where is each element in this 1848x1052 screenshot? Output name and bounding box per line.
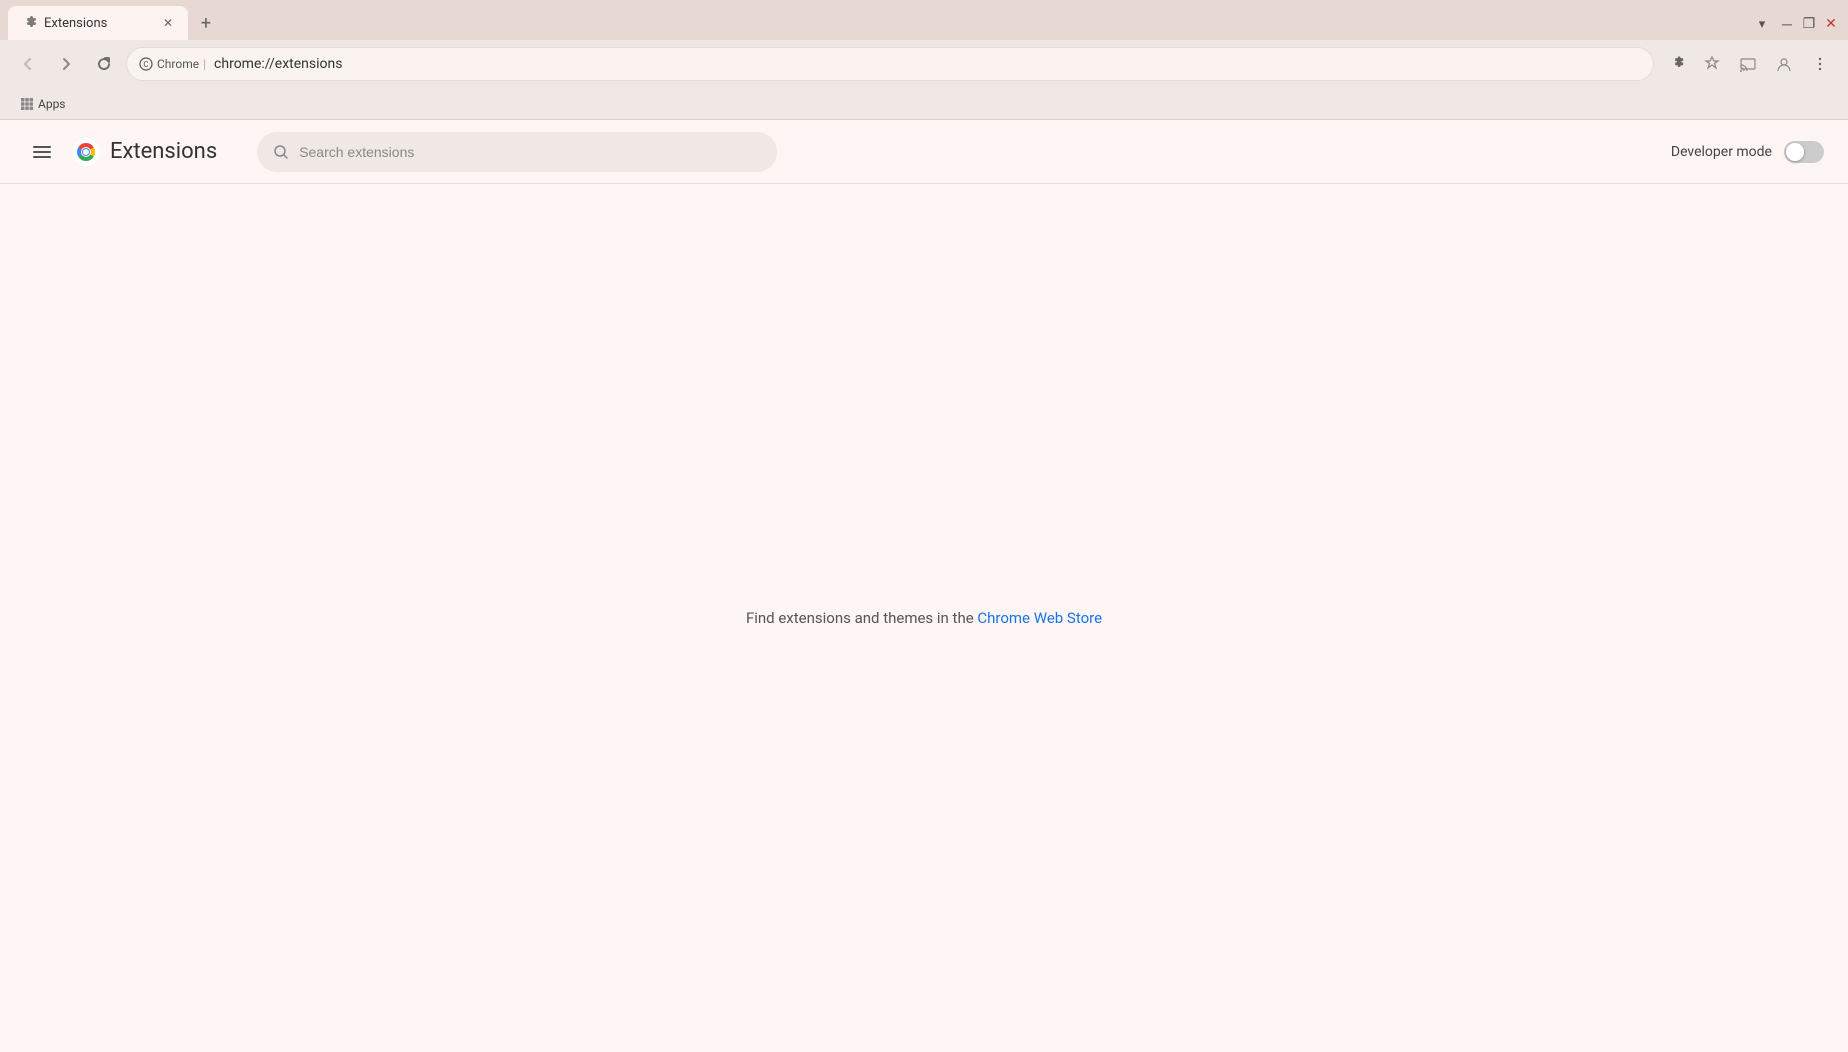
bookmark-button[interactable]	[1696, 48, 1728, 80]
security-label: Chrome	[157, 57, 199, 71]
developer-mode-section: Developer mode	[1671, 141, 1824, 163]
extensions-header: Extensions Developer mode	[0, 120, 1848, 184]
page-title: Extensions	[110, 139, 217, 164]
search-icon	[273, 144, 289, 160]
active-tab[interactable]: Extensions ✕	[8, 6, 188, 40]
toolbar: C Chrome | chrome://extensions	[0, 40, 1848, 88]
svg-text:C: C	[143, 60, 148, 69]
empty-state-text: Find extensions and themes in the	[746, 609, 977, 627]
reload-button[interactable]	[88, 48, 120, 80]
search-input[interactable]	[299, 144, 761, 160]
hamburger-icon	[32, 142, 52, 162]
url-display: chrome://extensions	[214, 56, 1641, 72]
tab-bar-right: ▾ ─ ❐ ✕	[1750, 12, 1840, 36]
restore-button[interactable]: ❐	[1800, 15, 1818, 33]
cast-button[interactable]	[1732, 48, 1764, 80]
forward-button[interactable]	[50, 48, 82, 80]
new-tab-button[interactable]: +	[192, 9, 220, 37]
tab-list-button[interactable]: ▾	[1750, 12, 1774, 36]
extensions-toolbar-button[interactable]	[1660, 48, 1692, 80]
separator: |	[203, 57, 206, 71]
hamburger-menu-button[interactable]	[24, 134, 60, 170]
apps-label: Apps	[38, 97, 66, 111]
search-box[interactable]	[257, 132, 777, 172]
browser-frame: Extensions ✕ + ▾ ─ ❐ ✕	[0, 0, 1848, 1052]
toolbar-right	[1660, 48, 1836, 80]
bookmarks-bar: Apps	[0, 88, 1848, 120]
empty-state-message: Find extensions and themes in the Chrome…	[746, 609, 1102, 627]
back-button[interactable]	[12, 48, 44, 80]
extensions-content: Find extensions and themes in the Chrome…	[0, 184, 1848, 1052]
developer-mode-toggle[interactable]	[1784, 141, 1824, 163]
developer-mode-label: Developer mode	[1671, 144, 1772, 160]
apps-icon	[20, 97, 34, 111]
address-bar[interactable]: C Chrome | chrome://extensions	[126, 47, 1654, 81]
tab-close-button[interactable]: ✕	[160, 15, 176, 31]
profile-button[interactable]	[1768, 48, 1800, 80]
tab-bar: Extensions ✕ + ▾ ─ ❐ ✕	[0, 0, 1848, 40]
search-container	[257, 132, 777, 172]
chrome-web-store-link[interactable]: Chrome Web Store	[977, 609, 1102, 627]
tab-favicon	[20, 15, 36, 31]
tab-label: Extensions	[44, 16, 152, 31]
security-indicator: C Chrome |	[139, 57, 206, 71]
content-area: Extensions Developer mode	[0, 120, 1848, 1052]
apps-bookmark[interactable]: Apps	[12, 93, 74, 115]
chrome-logo	[72, 138, 100, 166]
more-button[interactable]	[1804, 48, 1836, 80]
minimize-button[interactable]: ─	[1778, 15, 1796, 33]
close-button[interactable]: ✕	[1822, 15, 1840, 33]
